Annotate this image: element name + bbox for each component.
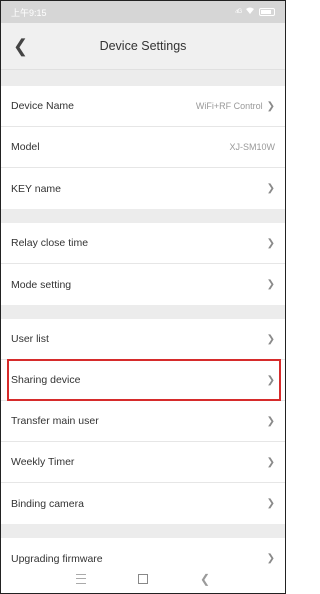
row-label: Binding camera xyxy=(11,497,84,510)
chevron-right-icon: ❯ xyxy=(266,183,275,194)
row-label: Upgrading firmware xyxy=(11,552,103,565)
menu-icon[interactable] xyxy=(75,574,86,584)
back-button[interactable]: ❮ xyxy=(13,37,28,55)
nav-back-icon[interactable]: ❮ xyxy=(200,572,210,586)
chevron-right-icon: ❯ xyxy=(266,100,275,112)
settings-group-users: User list ❯ Sharing device ❯ Transfer ma… xyxy=(1,319,285,524)
row-device-name[interactable]: Device Name WiFi+RF Control ❯ xyxy=(1,86,285,127)
status-icons: ⁴ᴳ xyxy=(235,7,275,17)
chevron-right-icon: ❯ xyxy=(266,333,275,345)
row-binding-camera[interactable]: Binding camera ❯ xyxy=(1,483,285,524)
row-transfer-main-user[interactable]: Transfer main user ❯ xyxy=(1,401,285,442)
page-title: Device Settings xyxy=(99,39,187,53)
wifi-icon xyxy=(245,7,255,17)
row-weekly-timer[interactable]: Weekly Timer ❯ xyxy=(1,442,285,483)
battery-icon xyxy=(259,8,275,16)
row-label: Device Name xyxy=(11,100,75,112)
nav-bar: ❮ Device Settings xyxy=(1,23,285,70)
row-label: KEY name xyxy=(11,182,62,195)
chevron-right-icon: ❯ xyxy=(266,279,275,290)
section-gap xyxy=(1,209,285,223)
chevron-right-icon: ❯ xyxy=(266,237,275,249)
system-nav-bar: ❮ xyxy=(1,565,285,593)
settings-group-device: Device Name WiFi+RF Control ❯ Model XJ-S… xyxy=(1,86,285,209)
settings-group-relay: Relay close time ❯ Mode setting ❯ xyxy=(1,223,285,305)
row-label: User list xyxy=(11,333,49,345)
chevron-right-icon: ❯ xyxy=(266,456,275,468)
row-user-list[interactable]: User list ❯ xyxy=(1,319,285,360)
row-mode-setting[interactable]: Mode setting ❯ xyxy=(1,264,285,305)
row-value: WiFi+RF Control xyxy=(195,101,263,111)
row-label: Weekly Timer xyxy=(11,456,75,468)
status-time: 上午9:15 xyxy=(11,7,47,18)
row-value: XJ-SM10W xyxy=(229,142,275,152)
row-relay-close-time[interactable]: Relay close time ❯ xyxy=(1,223,285,264)
row-label: Transfer main user xyxy=(11,415,99,427)
row-label: Sharing device xyxy=(11,374,81,386)
home-icon[interactable] xyxy=(137,574,148,584)
chevron-right-icon: ❯ xyxy=(266,553,275,564)
status-bar: 上午9:15 ⁴ᴳ xyxy=(1,1,285,23)
phone-frame: 上午9:15 ⁴ᴳ ❮ Device Settings Device Name … xyxy=(0,0,286,594)
row-key-name[interactable]: KEY name ❯ xyxy=(1,168,285,209)
section-gap xyxy=(1,524,285,538)
section-gap xyxy=(1,70,285,86)
row-sharing-device[interactable]: Sharing device ❯ xyxy=(1,360,285,401)
row-label: Relay close time xyxy=(11,237,89,249)
chevron-right-icon: ❯ xyxy=(266,415,275,427)
row-model[interactable]: Model XJ-SM10W xyxy=(1,127,285,168)
row-label: Model xyxy=(11,141,40,153)
section-gap xyxy=(1,305,285,319)
row-label: Mode setting xyxy=(11,278,72,291)
chevron-right-icon: ❯ xyxy=(266,498,275,509)
signal-icon: ⁴ᴳ xyxy=(234,7,242,17)
chevron-right-icon: ❯ xyxy=(266,374,275,386)
